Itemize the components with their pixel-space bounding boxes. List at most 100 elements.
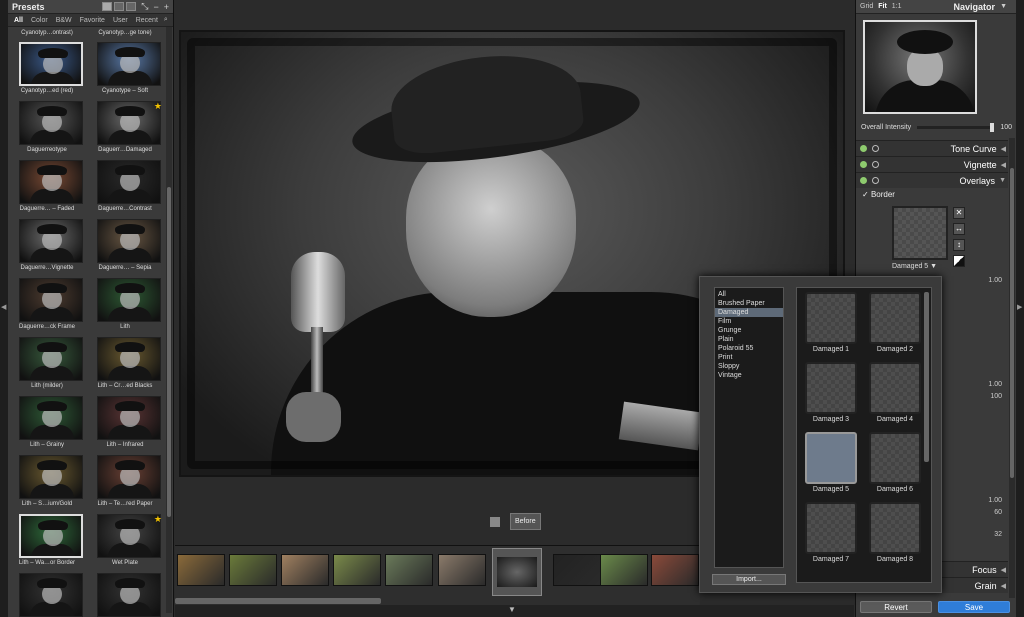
border-grid-scrollbar[interactable] <box>924 292 929 462</box>
filmstrip-thumbnail[interactable] <box>600 554 648 586</box>
search-icon[interactable]: ⌕ <box>164 16 168 24</box>
preset-item[interactable]: Daguerreotype <box>8 99 86 158</box>
preset-thumbnail[interactable] <box>19 101 83 145</box>
border-category-item[interactable]: Polaroid 55 <box>715 344 783 353</box>
remove-preset-icon[interactable]: − <box>153 2 158 12</box>
filter-tab-recent[interactable]: Recent <box>136 17 158 24</box>
border-category-item[interactable]: Film <box>715 317 783 326</box>
border-select[interactable]: Damaged 5 ▼ <box>892 263 937 270</box>
filmstrip-thumbnail[interactable] <box>333 554 381 586</box>
border-option[interactable]: Damaged 6 <box>867 432 923 493</box>
border-category-item[interactable]: Brushed Paper <box>715 299 783 308</box>
value-readout[interactable]: 32 <box>994 531 1002 538</box>
adjustments-scroll-thumb[interactable] <box>1010 168 1014 478</box>
filmstrip-thumbnail[interactable] <box>281 554 329 586</box>
adjustments-scrollbar[interactable] <box>1009 138 1015 598</box>
preset-thumbnail[interactable] <box>19 573 83 617</box>
preset-thumbnail[interactable] <box>19 455 83 499</box>
add-preset-icon[interactable]: + <box>164 2 169 12</box>
reset-icon[interactable] <box>872 145 879 152</box>
border-option-image[interactable] <box>869 362 921 414</box>
filter-tab-bw[interactable]: B&W <box>56 17 72 24</box>
border-checkbox[interactable]: ✓ Border <box>862 190 895 199</box>
border-option-image[interactable] <box>805 432 857 484</box>
filmstrip-thumbnail[interactable] <box>553 554 601 586</box>
border-category-item[interactable]: Damaged <box>715 308 783 317</box>
preset-thumbnail[interactable] <box>97 455 161 499</box>
preset-label[interactable]: Cyanotyp…ontrast) <box>8 27 86 40</box>
zoom-fit[interactable]: Fit <box>878 3 887 10</box>
preset-item[interactable]: Daguerre…ck Frame <box>8 276 86 335</box>
revert-button[interactable]: Revert <box>860 601 932 613</box>
section-vignette[interactable]: Vignette ◀ <box>856 156 1008 172</box>
border-option-image[interactable] <box>805 292 857 344</box>
favorite-star-icon[interactable]: ★ <box>154 514 162 525</box>
filmstrip-thumbnail[interactable] <box>651 554 699 586</box>
preset-item[interactable]: Lith – Cr…ed Blacks <box>86 335 164 394</box>
preset-thumbnail[interactable] <box>19 219 83 263</box>
value-readout[interactable]: 100 <box>990 393 1002 400</box>
border-option[interactable]: Damaged 5 <box>803 432 859 493</box>
preset-thumbnail[interactable] <box>97 42 161 86</box>
preset-item[interactable]: Daguerre… – Faded <box>8 158 86 217</box>
preset-item[interactable]: Lith – Infrared <box>86 394 164 453</box>
preset-thumbnail[interactable] <box>97 396 161 440</box>
preset-thumbnail[interactable] <box>97 101 161 145</box>
overall-intensity-value[interactable]: 100 <box>1000 124 1012 131</box>
preset-thumbnail[interactable] <box>19 396 83 440</box>
filmstrip-thumbnail[interactable] <box>385 554 433 586</box>
filter-tab-favorite[interactable]: Favorite <box>80 17 105 24</box>
presets-scroll-thumb[interactable] <box>167 187 171 517</box>
enable-toggle-icon[interactable] <box>860 145 867 152</box>
flip-horizontal-icon[interactable]: ↔ <box>953 223 965 235</box>
navigator-preview[interactable] <box>863 20 977 114</box>
zoom-1-1[interactable]: 1:1 <box>892 3 902 10</box>
import-button[interactable]: Import... <box>712 574 786 585</box>
value-readout[interactable]: 1.00 <box>988 381 1002 388</box>
preset-thumbnail[interactable] <box>97 219 161 263</box>
slider-knob[interactable] <box>990 123 995 132</box>
enable-toggle-icon[interactable] <box>860 161 867 168</box>
filmstrip-thumbnail[interactable] <box>177 554 225 586</box>
border-option[interactable]: Damaged 4 <box>867 362 923 423</box>
preset-item[interactable]: Lith (milder) <box>8 335 86 394</box>
border-option[interactable]: Damaged 7 <box>803 502 859 563</box>
shuffle-icon[interactable]: ✕ <box>953 207 965 219</box>
preset-item[interactable]: Lith – Te…red Paper <box>86 453 164 512</box>
border-category-item[interactable]: Vintage <box>715 371 783 380</box>
border-category-item[interactable]: Sloppy <box>715 362 783 371</box>
filter-tab-all[interactable]: All <box>14 17 23 24</box>
chevron-down-icon[interactable]: ▼ <box>1000 3 1007 10</box>
preset-item[interactable]: ★ Daguerr…Damaged <box>86 99 164 158</box>
zoom-grid[interactable]: Grid <box>860 3 873 10</box>
preset-thumbnail[interactable] <box>97 514 161 558</box>
save-button[interactable]: Save <box>938 601 1010 613</box>
preset-item[interactable]: Lith – Wa…or Border <box>8 512 86 571</box>
preset-item[interactable] <box>8 571 86 617</box>
preset-item[interactable] <box>86 571 164 617</box>
preset-thumbnail[interactable] <box>97 573 161 617</box>
overall-intensity-slider[interactable] <box>917 123 995 132</box>
reset-icon[interactable] <box>872 161 879 168</box>
preset-item[interactable]: Daguerre…Contrast <box>86 158 164 217</box>
preset-thumbnail[interactable] <box>19 337 83 381</box>
border-option-image[interactable] <box>869 502 921 554</box>
filter-tab-user[interactable]: User <box>113 17 128 24</box>
preset-thumbnail[interactable] <box>19 42 83 86</box>
border-option-image[interactable] <box>805 502 857 554</box>
border-option-image[interactable] <box>869 292 921 344</box>
border-option[interactable]: Damaged 2 <box>867 292 923 353</box>
large-grid-view-icon[interactable] <box>102 2 113 11</box>
enable-toggle-icon[interactable] <box>860 177 867 184</box>
preset-item[interactable]: Lith – Grainy <box>8 394 86 453</box>
value-readout[interactable]: 1.00 <box>988 497 1002 504</box>
preset-thumbnail[interactable] <box>19 160 83 204</box>
flip-vertical-icon[interactable]: ↕ <box>953 239 965 251</box>
border-option-image[interactable] <box>805 362 857 414</box>
preset-thumbnail[interactable] <box>97 160 161 204</box>
favorite-star-icon[interactable]: ★ <box>154 101 162 112</box>
filmstrip-scroll-thumb[interactable] <box>175 598 381 604</box>
preset-thumbnail[interactable] <box>97 337 161 381</box>
filmstrip-thumbnail[interactable] <box>229 554 277 586</box>
preset-thumbnail[interactable] <box>97 278 161 322</box>
